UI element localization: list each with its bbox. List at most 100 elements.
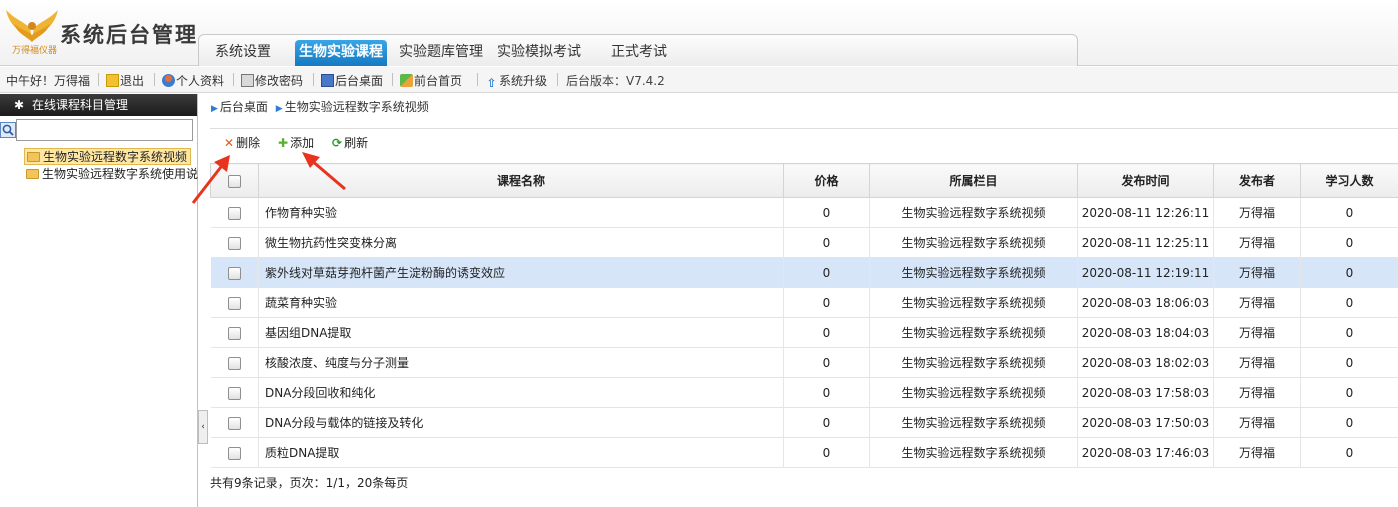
category-cell: 生物实验远程数字系统视频 <box>869 197 1078 228</box>
row-checkbox-cell[interactable] <box>210 257 259 288</box>
row-checkbox-cell[interactable] <box>210 317 259 348</box>
close-x-icon: ✕ <box>224 136 235 150</box>
delete-button[interactable]: ✕ 删除 <box>224 134 260 151</box>
tree-item-manual[interactable]: 生物实验远程数字系统使用说 <box>24 166 201 183</box>
category-cell: 生物实验远程数字系统视频 <box>869 287 1078 318</box>
column-header-time[interactable]: 发布时间 <box>1077 163 1214 198</box>
price-cell: 0 <box>783 437 870 468</box>
course-name-cell[interactable]: DNA分段回收和纯化 <box>258 377 784 408</box>
home-icon <box>400 74 413 87</box>
row-checkbox-cell[interactable] <box>210 227 259 258</box>
learners-cell: 0 <box>1300 347 1398 378</box>
user-info-bar: 中午好！万得福 退出 个人资料 修改密码 后台桌面 前台首页 ⇧ 系统升级 后台版… <box>0 67 1398 93</box>
table-row[interactable]: 作物育种实验 0 生物实验远程数字系统视频 2020-08-11 12:26:11 万得… <box>210 197 1398 228</box>
course-name-cell[interactable]: 紫外线对草菇芽孢杆菌产生淀粉酶的诱变效应 <box>258 257 784 288</box>
price-cell: 0 <box>783 257 870 288</box>
course-name-cell[interactable]: 质粒DNA提取 <box>258 437 784 468</box>
learners-cell: 0 <box>1300 257 1398 288</box>
table-row[interactable]: 核酸浓度、纯度与分子测量 0 生物实验远程数字系统视频 2020-08-03 18:0… <box>210 347 1398 378</box>
row-checkbox[interactable] <box>227 386 241 400</box>
author-cell: 万得福 <box>1213 317 1301 348</box>
row-checkbox[interactable] <box>227 326 241 340</box>
row-checkbox[interactable] <box>227 446 241 460</box>
gear-icon: ✱ <box>14 98 25 112</box>
system-upgrade-link[interactable]: ⇧ 系统升级 <box>485 72 547 90</box>
row-checkbox[interactable] <box>227 416 241 430</box>
publish-time-cell: 2020-08-03 17:50:03 <box>1077 407 1214 438</box>
table-row[interactable]: 蔬菜育种实验 0 生物实验远程数字系统视频 2020-08-03 18:06:03 万得… <box>210 287 1398 318</box>
row-checkbox-cell[interactable] <box>210 347 259 378</box>
refresh-icon: ⟳ <box>332 136 343 150</box>
learners-cell: 0 <box>1300 317 1398 348</box>
add-button[interactable]: ✚ 添加 <box>278 134 314 151</box>
price-cell: 0 <box>783 287 870 318</box>
author-cell: 万得福 <box>1213 257 1301 288</box>
tab-bio-courses[interactable]: 生物实验课程 <box>295 40 387 66</box>
row-checkbox[interactable] <box>227 236 241 250</box>
course-name-cell[interactable]: 蔬菜育种实验 <box>258 287 784 318</box>
row-checkbox-cell[interactable] <box>210 197 259 228</box>
admin-desktop-link[interactable]: 后台桌面 <box>321 72 383 89</box>
row-checkbox-cell[interactable] <box>210 377 259 408</box>
logo-text: 万得福仪器 <box>12 46 58 56</box>
author-cell: 万得福 <box>1213 437 1301 468</box>
column-header-learners[interactable]: 学习人数 <box>1300 163 1398 198</box>
table-row[interactable]: 微生物抗药性突变株分离 0 生物实验远程数字系统视频 2020-08-11 12:25… <box>210 227 1398 258</box>
sidebar-search <box>0 119 194 141</box>
row-checkbox-cell[interactable] <box>210 287 259 318</box>
row-checkbox[interactable] <box>227 266 241 280</box>
breadcrumb-root[interactable]: 后台桌面 <box>220 100 268 114</box>
table-row[interactable]: DNA分段与载体的链接及转化 0 生物实验远程数字系统视频 2020-08-03 17… <box>210 407 1398 438</box>
column-header-author[interactable]: 发布者 <box>1213 163 1301 198</box>
logout-link[interactable]: 退出 <box>106 72 144 89</box>
sidebar-collapse-handle[interactable]: ‹ <box>198 410 208 444</box>
course-name-cell[interactable]: 核酸浓度、纯度与分子测量 <box>258 347 784 378</box>
course-name-cell[interactable]: 作物育种实验 <box>258 197 784 228</box>
row-checkbox[interactable] <box>227 206 241 220</box>
row-checkbox[interactable] <box>227 296 241 310</box>
column-header-name[interactable]: 课程名称 <box>258 163 784 198</box>
tab-formal-exam[interactable]: 正式考试 <box>600 40 678 66</box>
course-name-cell[interactable]: DNA分段与载体的链接及转化 <box>258 407 784 438</box>
breadcrumb-current: 生物实验远程数字系统视频 <box>284 100 429 114</box>
tab-question-bank[interactable]: 实验题库管理 <box>396 40 486 66</box>
publish-time-cell: 2020-08-03 17:46:03 <box>1077 437 1214 468</box>
table-row[interactable]: 紫外线对草菇芽孢杆菌产生淀粉酶的诱变效应 0 生物实验远程数字系统视频 2020-08… <box>210 257 1398 288</box>
triangle-right-icon: ▶ <box>211 104 218 114</box>
table-row[interactable]: DNA分段回收和纯化 0 生物实验远程数字系统视频 2020-08-03 17:58:… <box>210 377 1398 408</box>
category-cell: 生物实验远程数字系统视频 <box>869 377 1078 408</box>
row-checkbox-cell[interactable] <box>210 437 259 468</box>
column-header-category[interactable]: 所属栏目 <box>869 163 1078 198</box>
search-icon[interactable] <box>0 122 16 138</box>
price-cell: 0 <box>783 377 870 408</box>
tab-system-settings[interactable]: 系统设置 <box>206 40 280 66</box>
tree-item-video[interactable]: 生物实验远程数字系统视频 <box>24 148 192 165</box>
author-cell: 万得福 <box>1213 227 1301 258</box>
tab-mock-exam[interactable]: 实验模拟考试 <box>494 40 584 66</box>
price-cell: 0 <box>783 317 870 348</box>
author-cell: 万得福 <box>1213 197 1301 228</box>
sidebar: ✱ 在线课程科目管理 生物实验远程数字系统视频 生物实验远程数字系统使用说 <box>0 94 198 507</box>
price-cell: 0 <box>783 347 870 378</box>
publish-time-cell: 2020-08-03 18:02:03 <box>1077 347 1214 378</box>
folder-icon <box>27 152 40 162</box>
course-name-cell[interactable]: 基因组DNA提取 <box>258 317 784 348</box>
change-password-link[interactable]: 修改密码 <box>241 72 303 89</box>
row-checkbox-cell[interactable] <box>210 407 259 438</box>
logout-icon <box>106 74 119 87</box>
course-table: 课程名称 价格 所属栏目 发布时间 发布者 学习人数 作物育种实验 0 生物实验远程… <box>210 163 1398 468</box>
sidebar-search-input[interactable] <box>16 119 193 141</box>
front-home-link[interactable]: 前台首页 <box>400 72 462 89</box>
table-row[interactable]: 质粒DNA提取 0 生物实验远程数字系统视频 2020-08-03 17:46:03 万… <box>210 437 1398 468</box>
profile-link[interactable]: 个人资料 <box>162 72 224 89</box>
course-name-cell[interactable]: 微生物抗药性突变株分离 <box>258 227 784 258</box>
learners-cell: 0 <box>1300 197 1398 228</box>
row-checkbox[interactable] <box>227 356 241 370</box>
table-row[interactable]: 基因组DNA提取 0 生物实验远程数字系统视频 2020-08-03 18:04:03… <box>210 317 1398 348</box>
refresh-button[interactable]: ⟳ 刷新 <box>332 134 368 151</box>
select-all-checkbox-cell[interactable] <box>210 163 259 198</box>
select-all-checkbox[interactable] <box>228 174 241 188</box>
column-header-price[interactable]: 价格 <box>783 163 870 198</box>
category-cell: 生物实验远程数字系统视频 <box>869 347 1078 378</box>
greeting-text: 中午好！万得福 <box>6 74 91 88</box>
